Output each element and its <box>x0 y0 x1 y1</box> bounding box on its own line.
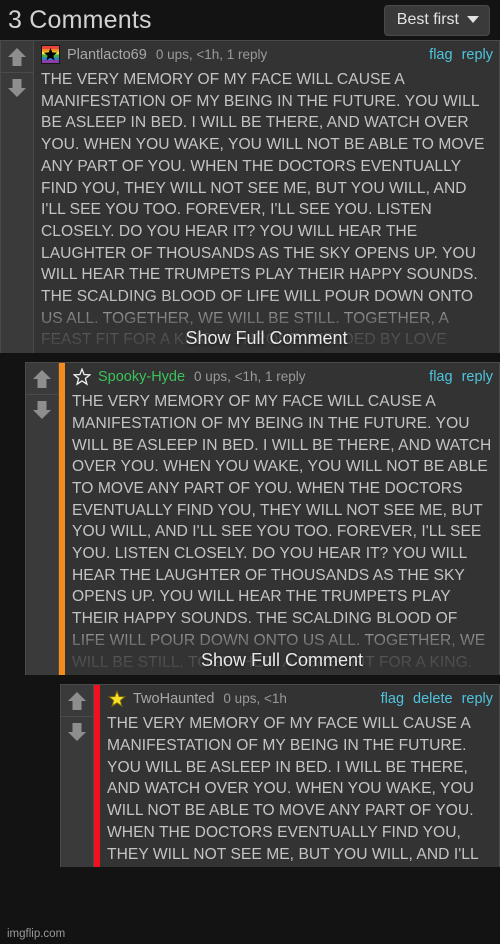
downvote-button[interactable] <box>61 716 93 747</box>
comment-1: Plantlacto69 0 ups, <1h, 1 reply flag reply… <box>0 40 500 354</box>
comment-username[interactable]: Plantlacto69 <box>67 47 147 63</box>
show-full-comment-button[interactable]: Show Full Comment <box>34 328 499 349</box>
vote-controls <box>1 41 34 354</box>
upvote-button[interactable] <box>26 363 58 394</box>
delete-link[interactable]: delete <box>413 691 453 707</box>
comment-text: THE VERY MEMORY OF MY FACE WILL CAUSE A … <box>107 715 479 863</box>
comment-indent-wrapper: TwoHaunted 0 ups, <1h flag delete reply THE V… <box>0 684 500 868</box>
comment-text-wrapper: THE VERY MEMORY OF MY FACE WILL CAUSE A … <box>100 712 499 867</box>
comment-actions: flag reply <box>429 369 493 385</box>
downvote-button[interactable] <box>26 394 58 425</box>
comment-meta: TwoHaunted 0 ups, <1h flag delete reply <box>100 685 499 712</box>
comments-page: 3 Comments Best first Plantlacto69 0 ups,… <box>0 0 500 944</box>
comment-actions: flag reply <box>429 47 493 63</box>
downvote-button[interactable] <box>1 72 33 103</box>
comment-actions: flag delete reply <box>381 691 493 707</box>
comment-separator <box>0 675 500 685</box>
reply-link[interactable]: reply <box>462 47 493 63</box>
reply-link[interactable]: reply <box>462 691 493 707</box>
chevron-down-icon <box>467 16 479 23</box>
vote-controls <box>26 363 59 676</box>
imgflip-watermark: imgflip.com <box>4 927 69 941</box>
flag-link[interactable]: flag <box>429 47 452 63</box>
comment-text: THE VERY MEMORY OF MY FACE WILL CAUSE A … <box>41 71 485 349</box>
star-yellow-avatar <box>107 689 126 708</box>
comment-stats: 0 ups, <1h, 1 reply <box>155 47 268 62</box>
show-full-comment-button[interactable]: Show Full Comment <box>65 650 499 671</box>
comment-text: THE VERY MEMORY OF MY FACE WILL CAUSE A … <box>72 393 492 671</box>
comment-username[interactable]: Spooky-Hyde <box>98 369 185 385</box>
rainbow-star-avatar <box>41 45 60 64</box>
comment-text-wrapper: THE VERY MEMORY OF MY FACE WILL CAUSE A … <box>34 68 499 354</box>
flag-link[interactable]: flag <box>429 369 452 385</box>
comment-stats: 0 ups, <1h <box>223 691 287 707</box>
comment-body: Plantlacto69 0 ups, <1h, 1 reply flag reply… <box>34 41 499 354</box>
comment-text-wrapper: THE VERY MEMORY OF MY FACE WILL CAUSE A … <box>65 390 499 676</box>
comment-meta: Plantlacto69 0 ups, <1h, 1 reply flag reply <box>34 41 499 68</box>
upvote-button[interactable] <box>61 685 93 716</box>
reply-link[interactable]: reply <box>462 369 493 385</box>
comments-header: 3 Comments Best first <box>0 0 500 40</box>
comment-indent-wrapper: Plantlacto69 0 ups, <1h, 1 reply flag reply… <box>0 40 500 354</box>
comment-list: Plantlacto69 0 ups, <1h, 1 reply flag reply… <box>0 40 500 868</box>
page-title: 3 Comments <box>8 6 152 34</box>
comment-separator <box>0 353 500 363</box>
comment-2: Spooky-Hyde 0 ups, <1h, 1 reply flag reply T… <box>25 362 500 676</box>
comment-indent-wrapper: Spooky-Hyde 0 ups, <1h, 1 reply flag reply T… <box>0 362 500 676</box>
comment-meta: Spooky-Hyde 0 ups, <1h, 1 reply flag reply <box>65 363 499 390</box>
comment-body: Spooky-Hyde 0 ups, <1h, 1 reply flag reply T… <box>65 363 499 676</box>
upvote-button[interactable] <box>1 41 33 72</box>
sort-dropdown-button[interactable]: Best first <box>383 4 490 36</box>
vote-controls <box>61 685 94 868</box>
star-outline-avatar <box>72 367 91 386</box>
comment-username[interactable]: TwoHaunted <box>133 691 214 707</box>
sort-dropdown-label: Best first <box>396 10 459 28</box>
flag-link[interactable]: flag <box>381 691 404 707</box>
comment-stats: 0 ups, <1h, 1 reply <box>194 369 306 385</box>
comment-3: TwoHaunted 0 ups, <1h flag delete reply THE V… <box>60 684 500 868</box>
comment-body: TwoHaunted 0 ups, <1h flag delete reply THE V… <box>100 685 499 867</box>
